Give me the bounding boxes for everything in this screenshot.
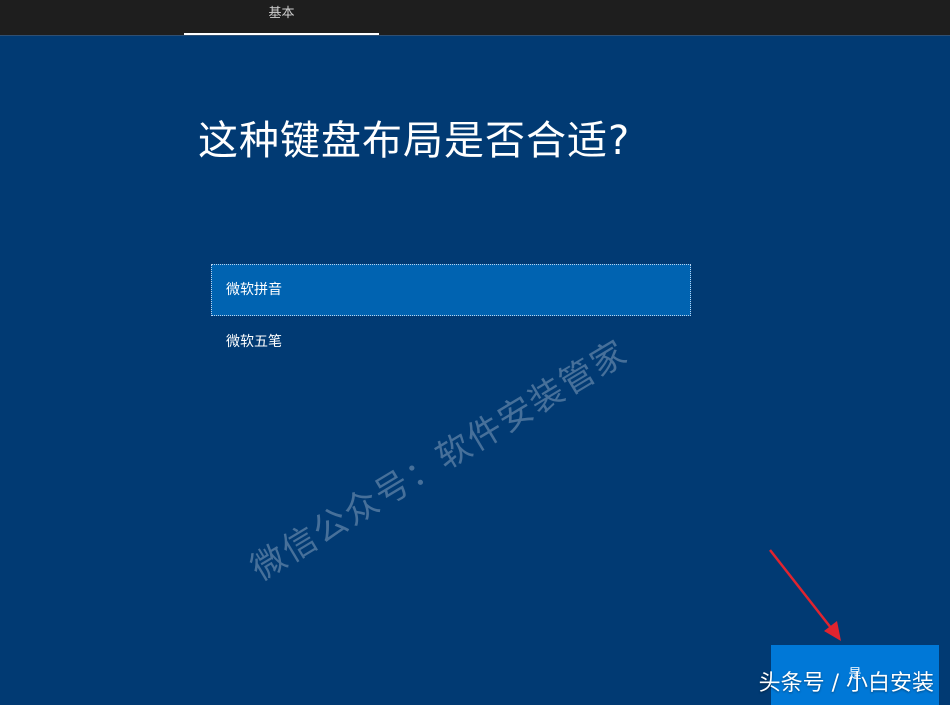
tab-basic-label: 基本 xyxy=(268,6,295,21)
active-tab-indicator xyxy=(184,33,379,35)
layout-option-microsoft-pinyin[interactable]: 微软拼音 xyxy=(211,264,691,316)
page-title: 这种键盘布局是否合适? xyxy=(198,118,631,164)
top-navigation-bar: 基本 xyxy=(0,0,950,36)
keyboard-layout-list: 微软拼音 微软五笔 xyxy=(211,264,691,368)
source-credit: 头条号 / 小白安装 xyxy=(758,671,934,696)
layout-option-microsoft-wubi[interactable]: 微软五笔 xyxy=(211,316,691,368)
tab-basic[interactable]: 基本 xyxy=(184,0,379,35)
red-arrow-annotation xyxy=(769,549,841,641)
